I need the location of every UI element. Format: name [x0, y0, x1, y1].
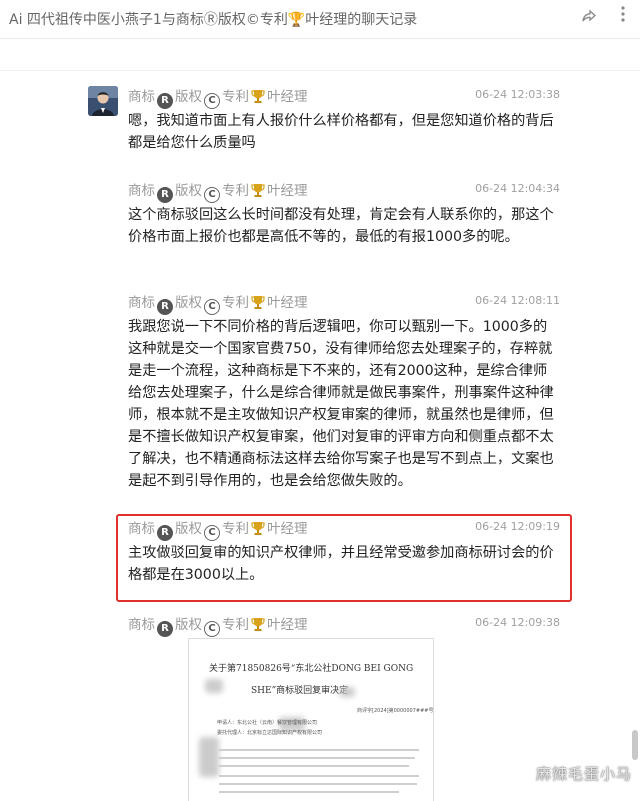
- sender-name-mid2: 专利: [222, 521, 249, 537]
- message-text: 我跟您说一下不同价格的背后逻辑吧，你可以甄别一下。1000多的这种就是交一个国家…: [128, 319, 554, 489]
- trophy-icon: [251, 184, 265, 197]
- document-title-line1: 关于第71850826号“东北公社DONG BEI GONG: [209, 664, 414, 674]
- sender-name-mid2: 专利: [222, 183, 249, 199]
- window-header: Ai 四代祖传中医小燕子1与商标Ⓡ版权©专利🏆叶经理的聊天记录: [0, 0, 640, 39]
- sender-name-mid2: 专利: [222, 89, 249, 105]
- more-dots-graphic: [621, 6, 625, 22]
- document-text-line: [219, 775, 419, 777]
- sender-name-mid: 版权: [175, 617, 202, 633]
- chat-message[interactable]: 商标 R 版权 C 专利 叶经理 06-24 12:09:19 主攻做驳回复审的知识产权律…: [128, 518, 560, 586]
- document-applicant: 申请人：东北公社（云南）餐饮管理有限公司: [217, 720, 318, 726]
- trophy-icon: [251, 296, 265, 309]
- document-text-line: [219, 783, 417, 785]
- message-timestamp: 06-24 12:09:19: [475, 520, 560, 533]
- sender-name-prefix: 商标: [128, 617, 155, 633]
- message-text: 这个商标驳回这么长时间都没有处理，肯定会有人联系你的，那这个价格市面上报价也都是…: [128, 207, 554, 245]
- sender-name-suffix: 叶经理: [267, 89, 308, 105]
- message-text: 主攻做驳回复审的知识产权律师，并且经常受邀参加商标研讨会的价格都是在3000以上…: [128, 545, 554, 583]
- sender-name-prefix: 商标: [128, 295, 155, 311]
- sender-name-suffix: 叶经理: [267, 295, 308, 311]
- document-title-line2: SHE”商标驳回复审决定: [251, 686, 349, 696]
- sender-name-mid2: 专利: [222, 617, 249, 633]
- message-timestamp: 06-24 12:03:38: [475, 88, 560, 101]
- copyright-icon: C: [204, 187, 220, 203]
- sender-name-mid: 版权: [175, 183, 202, 199]
- message-timestamp: 06-24 12:08:11: [475, 294, 560, 307]
- watermark: 麻辣毛蛋小马: [535, 765, 632, 783]
- sender-name-suffix: 叶经理: [267, 183, 308, 199]
- trophy-icon: [251, 522, 265, 535]
- sender-name-mid2: 专利: [222, 295, 249, 311]
- trophy-icon: [251, 618, 265, 631]
- copyright-icon: C: [204, 299, 220, 315]
- chat-message[interactable]: 商标 R 版权 C 专利 叶经理 06-24 12:08:11 我跟您说一下不同价格的背后…: [128, 292, 560, 492]
- sender-name-prefix: 商标: [128, 89, 155, 105]
- document-agent: 委托代理人：北京标立达国际知识产权有限公司: [217, 730, 323, 736]
- scrollbar-thumb[interactable]: [632, 730, 638, 760]
- document-text-line: [219, 765, 409, 767]
- document-image-attachment[interactable]: 关于第71850826号“东北公社DONG BEI GONG SHE”商标驳回复…: [188, 638, 434, 801]
- registered-trademark-icon: R: [157, 93, 173, 109]
- redaction-blur: [199, 737, 219, 777]
- trophy-icon: [251, 90, 265, 103]
- chat-message[interactable]: 商标 R 版权 C 专利 叶经理 06-24 12:04:34 这个商标驳回这么长时间都没…: [128, 180, 560, 248]
- copyright-icon: C: [204, 621, 220, 637]
- redaction-blur: [339, 687, 355, 697]
- sender-name-prefix: 商标: [128, 183, 155, 199]
- sender-name-prefix: 商标: [128, 521, 155, 537]
- sender-name-suffix: 叶经理: [267, 617, 308, 633]
- copyright-icon: C: [204, 525, 220, 541]
- avatar[interactable]: [88, 86, 118, 116]
- registered-trademark-icon: R: [157, 187, 173, 203]
- sender-name-mid: 版权: [175, 89, 202, 105]
- more-icon[interactable]: [614, 5, 632, 27]
- share-arrow-graphic: [582, 9, 596, 22]
- copyright-icon: C: [204, 93, 220, 109]
- document-text-line: [219, 749, 419, 751]
- sender-name-suffix: 叶经理: [267, 521, 308, 537]
- window-title: Ai 四代祖传中医小燕子1与商标Ⓡ版权©专利🏆叶经理的聊天记录: [9, 12, 418, 28]
- chat-message[interactable]: 商标 R 版权 C 专利 叶经理 06-24 12:09:38: [128, 614, 560, 637]
- registered-trademark-icon: R: [157, 299, 173, 315]
- sender-name-mid: 版权: [175, 295, 202, 311]
- registered-trademark-icon: R: [157, 525, 173, 541]
- header-divider: [0, 70, 640, 71]
- share-icon[interactable]: [580, 8, 598, 26]
- message-timestamp: 06-24 12:09:38: [475, 616, 560, 629]
- redaction-blur: [205, 679, 223, 693]
- sender-name-mid: 版权: [175, 521, 202, 537]
- registered-trademark-icon: R: [157, 621, 173, 637]
- document-text-line: [219, 757, 415, 759]
- avatar-photo-icon: [88, 86, 118, 116]
- chat-message[interactable]: 商标 R 版权 C 专利 叶经理 06-24 12:03:38 嗯，我知道市面上有人报价什…: [128, 86, 560, 154]
- document-ref-no: 商评字[2024]第0000007###号: [357, 708, 434, 714]
- document-text-line: [219, 791, 399, 793]
- message-timestamp: 06-24 12:04:34: [475, 182, 560, 195]
- message-text: 嗯，我知道市面上有人报价什么样价格都有，但是您知道价格的背后都是给您什么质量吗: [128, 113, 554, 151]
